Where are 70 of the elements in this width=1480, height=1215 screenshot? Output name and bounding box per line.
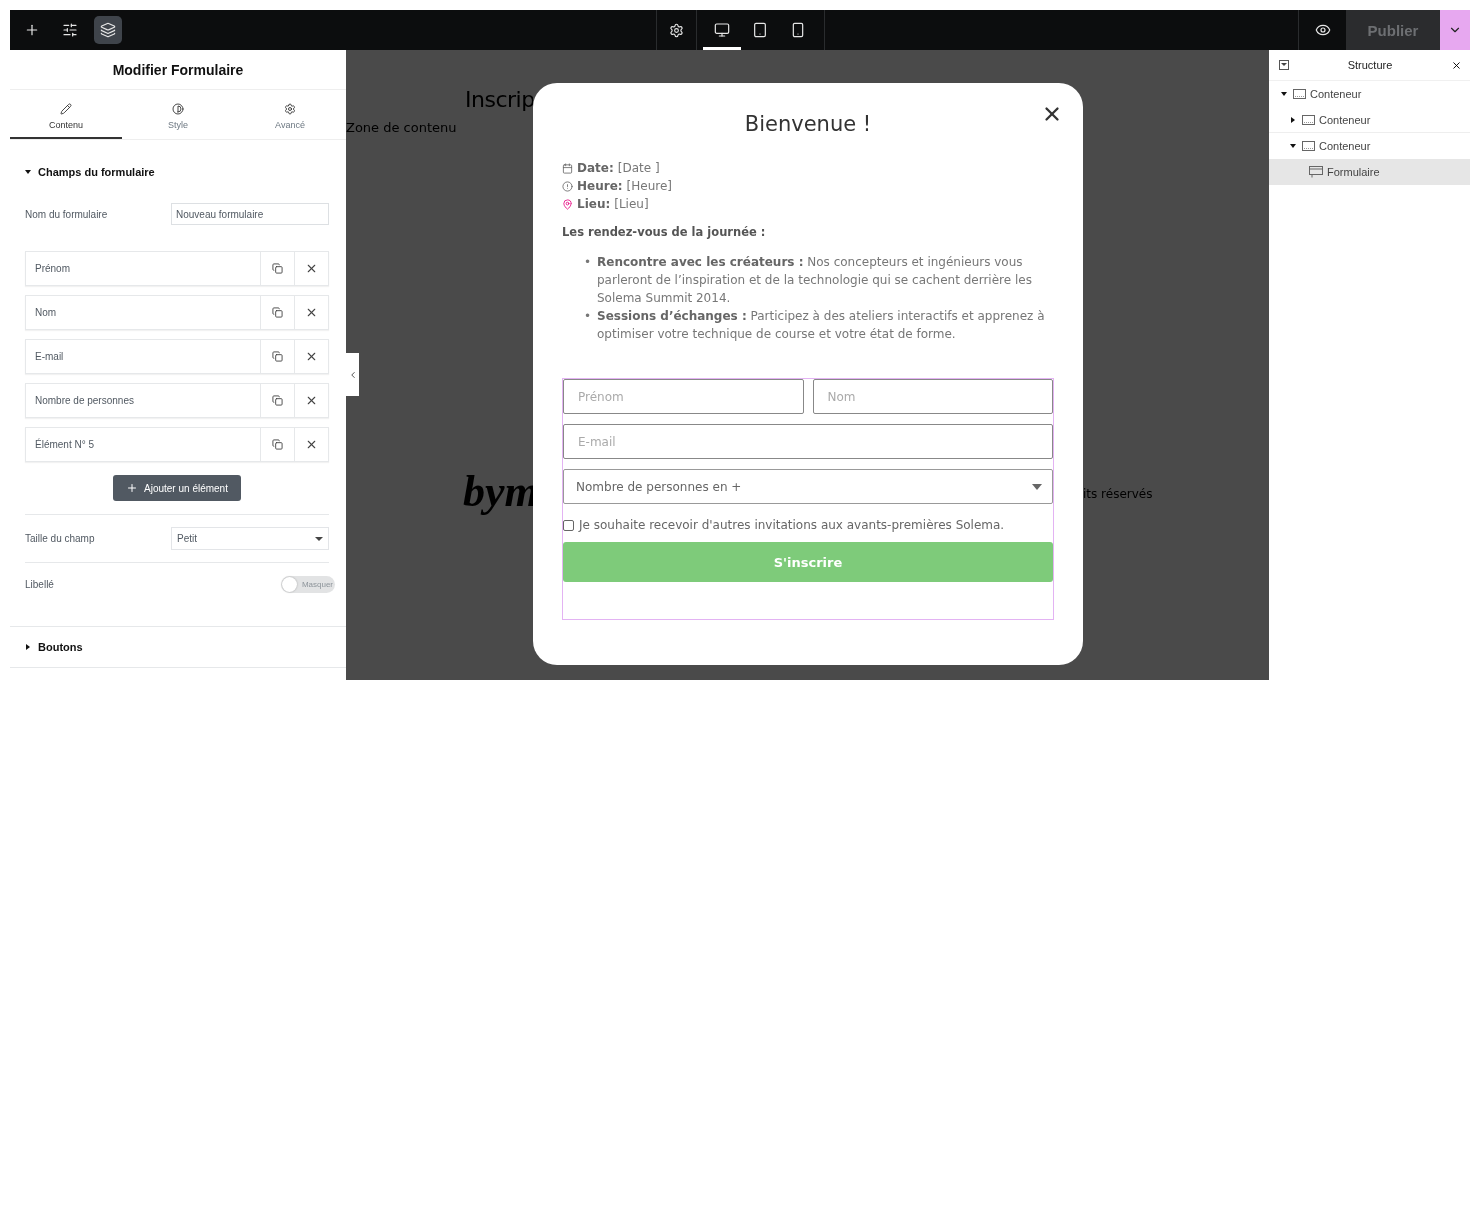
duplicate-button[interactable]: [260, 340, 294, 373]
duplicate-button[interactable]: [260, 384, 294, 417]
copy-icon: [272, 263, 283, 274]
modal-title: Bienvenue !: [743, 112, 873, 136]
content-zone-text: Zone de contenu: [346, 120, 457, 135]
info-line: Lieu: [Lieu]: [562, 195, 1054, 213]
duplicate-button[interactable]: [260, 252, 294, 285]
caret-icon[interactable]: [1290, 144, 1296, 148]
close-icon: [305, 350, 318, 363]
caret-icon: [25, 170, 31, 174]
field-label: Nom du formulaire: [25, 208, 108, 220]
eye-icon: [1314, 22, 1331, 38]
page-heading: Inscrip: [465, 87, 533, 112]
settings-icon: [668, 22, 684, 38]
agenda-item: Rencontre avec les créateurs : Nos concepteurs et ingénieurs vous parleront de l’inspiration et de la technologie qui se cachent derrière les Solema Summit 2014.: [597, 254, 1033, 307]
collapse-icon[interactable]: [1279, 60, 1289, 70]
container-icon: [1302, 141, 1315, 151]
caret-icon[interactable]: [1291, 116, 1295, 123]
duplicate-button[interactable]: [260, 428, 294, 461]
agenda-item: Sessions d’échanges : Participez à des ateliers interactifs et apprenez à optimiser votre technique de course et votre état de forme.: [597, 308, 1046, 343]
select-field[interactable]: Nombre de personnes en +: [563, 469, 1053, 504]
copy-icon: [272, 351, 283, 362]
alert-circle-icon: [562, 180, 573, 192]
close-icon: [305, 262, 318, 275]
close-icon: [305, 394, 318, 407]
agenda-title: Les rendez-vous de la journée :: [562, 225, 767, 239]
caret-icon[interactable]: [1281, 92, 1287, 96]
bullet: •: [584, 308, 591, 325]
form-icon: [1309, 166, 1323, 178]
copy-icon: [272, 439, 283, 450]
caret-icon: [26, 644, 30, 650]
copy-icon: [272, 395, 283, 406]
plus-icon: [126, 482, 138, 494]
text-input[interactable]: E-mail: [563, 424, 1053, 459]
field-label: Libellé: [25, 579, 54, 590]
pencil-icon: [60, 103, 72, 115]
settings-icon: [284, 103, 296, 115]
container-icon: [1302, 114, 1315, 125]
copy-icon: [272, 307, 283, 318]
toolbar-button[interactable]: [94, 16, 122, 44]
monitor-icon: [714, 22, 730, 38]
plus-icon: [24, 22, 40, 38]
info-line: Heure: [Heure]: [562, 177, 1054, 195]
structure-title: Structure: [1347, 59, 1393, 71]
sliders-icon: [62, 22, 78, 38]
close-icon: [305, 306, 318, 319]
caret-icon: [1032, 483, 1042, 490]
caret-icon: [315, 536, 323, 541]
layers-icon: [100, 22, 116, 38]
container-icon: [1293, 89, 1306, 99]
half-circle-icon: [172, 103, 184, 115]
pin-icon: [562, 198, 573, 210]
tablet-icon: [752, 22, 768, 38]
size-select[interactable]: Petit: [171, 527, 329, 550]
form-name-input[interactable]: Nouveau formulaire: [171, 203, 329, 225]
phone-icon: [790, 22, 806, 38]
close-icon: [305, 438, 318, 451]
consent-label: Je souhaite recevoir d'autres invitations aux avants-premières Solema.: [579, 518, 1005, 532]
tree-item[interactable]: Formulaire: [1269, 159, 1470, 185]
close-icon[interactable]: [1451, 59, 1462, 71]
add-item-button[interactable]: Ajouter un élément: [113, 475, 241, 501]
duplicate-button[interactable]: [260, 296, 294, 329]
text-input[interactable]: Prénom: [563, 379, 804, 414]
field-label: Taille du champ: [25, 533, 95, 544]
consent-checkbox[interactable]: [563, 519, 574, 531]
info-line: Date: [Date ]: [562, 159, 1054, 177]
bullet: •: [584, 254, 591, 271]
text-input[interactable]: Nom: [812, 379, 1053, 414]
footer-text: its réservés: [1083, 486, 1153, 501]
calendar-icon: [562, 162, 573, 174]
